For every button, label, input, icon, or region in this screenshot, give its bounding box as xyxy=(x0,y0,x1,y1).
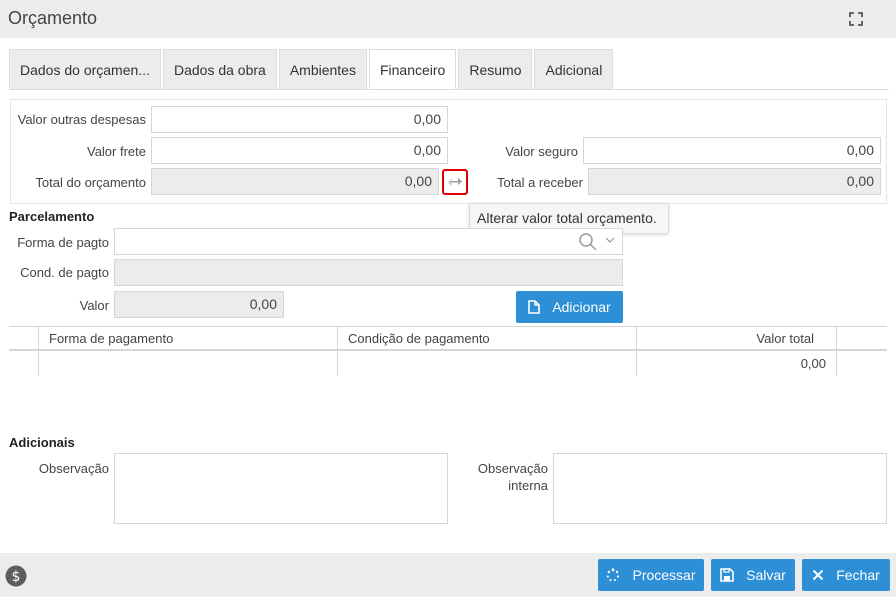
grid-header: Forma de pagamento Condição de pagamento… xyxy=(9,326,887,351)
svg-text:$: $ xyxy=(12,569,21,585)
outras-despesas-label: Valor outras despesas xyxy=(17,112,146,127)
maximize-icon[interactable] xyxy=(849,12,863,26)
chevron-down-icon[interactable] xyxy=(605,236,615,244)
column-valor-total[interactable]: Valor total xyxy=(636,327,836,349)
cond-pagto-input xyxy=(114,259,623,286)
frete-label: Valor frete xyxy=(86,144,146,159)
title-bar: Orçamento xyxy=(0,0,896,38)
alterar-total-button[interactable] xyxy=(442,169,468,195)
column-actions xyxy=(836,327,887,349)
valor-input: 0,00 xyxy=(114,291,284,318)
parcelamento-title: Parcelamento xyxy=(9,209,95,224)
dollar-icon[interactable]: $ xyxy=(5,565,27,587)
forma-pagto-label: Forma de pagto xyxy=(17,235,109,250)
close-icon xyxy=(812,569,824,581)
seguro-label: Valor seguro xyxy=(505,144,578,159)
total-receber-label: Total a receber xyxy=(497,175,583,190)
tab-divider xyxy=(9,89,889,90)
valor-label: Valor xyxy=(79,298,109,313)
tab-ambientes[interactable]: Ambientes xyxy=(278,49,367,89)
total-orcamento-input: 0,00 xyxy=(151,168,439,195)
frete-input[interactable]: 0,00 xyxy=(151,137,448,164)
cell-condicao xyxy=(337,351,637,376)
tab-financeiro[interactable]: Financeiro xyxy=(368,49,457,90)
processar-label: Processar xyxy=(632,567,696,583)
table-row[interactable]: 0,00 xyxy=(9,351,887,376)
tab-adicional[interactable]: Adicional xyxy=(534,49,614,89)
footer-bar: $ Processar Salvar Fechar xyxy=(0,553,896,597)
total-receber-input: 0,00 xyxy=(588,168,881,195)
cell-actions xyxy=(836,351,887,376)
column-forma-pagamento[interactable]: Forma de pagamento xyxy=(38,327,338,349)
salvar-button[interactable]: Salvar xyxy=(711,559,795,591)
observacao-label: Observação xyxy=(38,461,109,476)
forma-pagto-input[interactable] xyxy=(114,228,623,255)
observacao-textarea[interactable] xyxy=(114,453,448,524)
seguro-input[interactable]: 0,00 xyxy=(583,137,881,164)
swap-arrows-icon xyxy=(448,178,462,186)
spinner-icon xyxy=(606,568,620,582)
observacao-interna-label-2: interna xyxy=(508,478,548,493)
cell-valor: 0,00 xyxy=(636,351,836,376)
save-icon xyxy=(720,568,734,582)
cell-forma xyxy=(38,351,338,376)
adicionar-label: Adicionar xyxy=(552,299,611,315)
adicionar-button[interactable]: Adicionar xyxy=(516,291,623,323)
search-icon[interactable] xyxy=(578,232,598,252)
cond-pagto-label: Cond. de pagto xyxy=(20,265,109,280)
salvar-label: Salvar xyxy=(746,567,786,583)
tab-bar: Dados do orçamen... Dados da obra Ambien… xyxy=(9,49,615,90)
outras-despesas-input[interactable]: 0,00 xyxy=(151,106,448,133)
observacao-interna-textarea[interactable] xyxy=(553,453,887,524)
fechar-label: Fechar xyxy=(836,567,880,583)
observacao-interna-label-1: Observação xyxy=(477,461,548,476)
tab-dados-orcamento[interactable]: Dados do orçamen... xyxy=(9,49,161,89)
processar-button[interactable]: Processar xyxy=(598,559,704,591)
tab-resumo[interactable]: Resumo xyxy=(458,49,533,89)
window-title: Orçamento xyxy=(8,8,98,28)
column-condicao-pagamento[interactable]: Condição de pagamento xyxy=(337,327,637,349)
document-icon xyxy=(528,300,541,314)
tab-dados-obra[interactable]: Dados da obra xyxy=(162,49,277,89)
total-orcamento-label: Total do orçamento xyxy=(35,175,146,190)
fechar-button[interactable]: Fechar xyxy=(802,559,890,591)
pagamentos-grid: Forma de pagamento Condição de pagamento… xyxy=(9,326,887,376)
adicionais-title: Adicionais xyxy=(9,435,75,450)
